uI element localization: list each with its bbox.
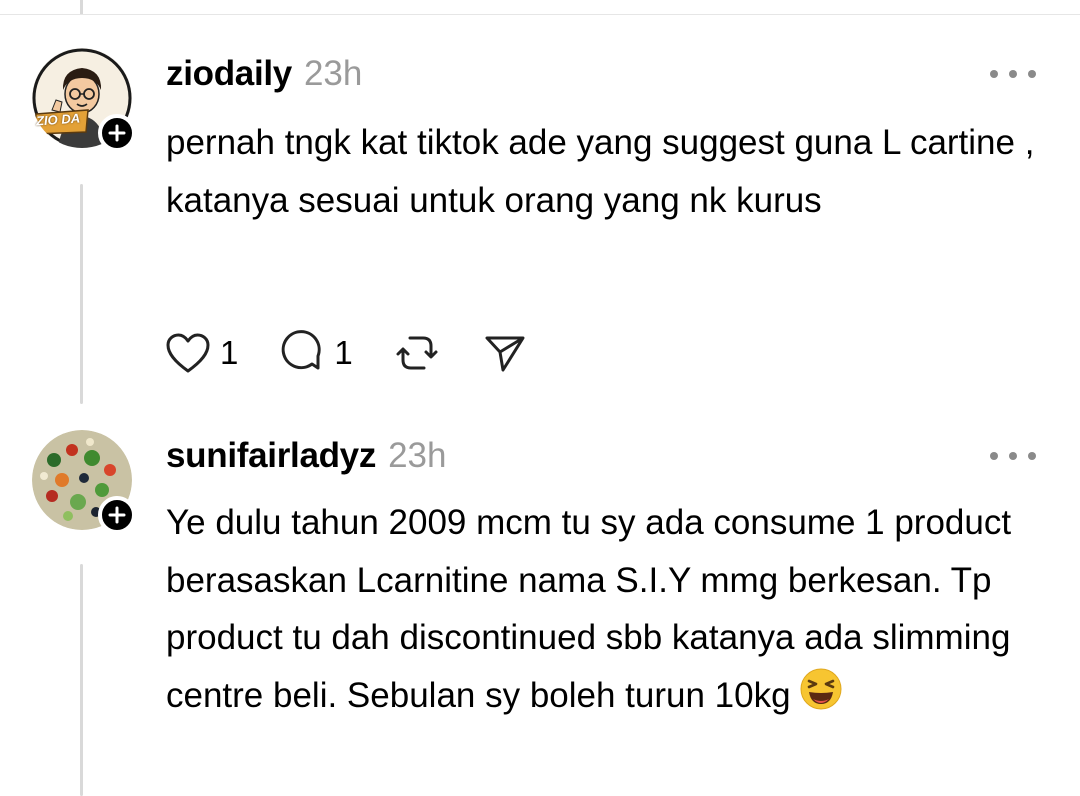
username[interactable]: sunifairladyz <box>166 436 376 476</box>
username[interactable]: ziodaily <box>166 54 292 94</box>
timestamp: 23h <box>388 436 447 475</box>
post-header: sunifairladyz 23h <box>166 436 446 476</box>
plus-icon <box>108 124 126 142</box>
follow-button[interactable] <box>98 496 136 534</box>
timestamp: 23h <box>303 54 363 93</box>
post-header: ziodaily 23h <box>166 54 362 94</box>
thread-line-stub <box>80 0 83 14</box>
like-button[interactable]: 1 <box>164 331 238 375</box>
action-bar: 1 1 <box>164 330 569 376</box>
share-button[interactable] <box>481 330 529 376</box>
more-options-icon[interactable] <box>990 64 1036 84</box>
thread-line <box>80 564 83 796</box>
comment-icon <box>282 330 322 370</box>
post-text-content: Ye dulu tahun 2009 mcm tu sy ada consume… <box>166 503 1012 715</box>
reply-count: 1 <box>334 334 353 371</box>
reply-button[interactable]: 1 <box>278 330 353 376</box>
thread-line <box>80 184 83 404</box>
laughing-face-emoji <box>799 667 843 729</box>
top-divider <box>0 0 1080 15</box>
post-text: Ye dulu tahun 2009 mcm tu sy ada consume… <box>166 494 1046 728</box>
avatar-logo-text: ZIO DA <box>35 110 81 129</box>
send-icon <box>485 336 525 372</box>
heart-icon <box>166 333 210 373</box>
more-options-icon[interactable] <box>990 446 1036 466</box>
plus-icon <box>108 506 126 524</box>
avatar-ziodaily[interactable]: ZIO DA <box>32 48 136 152</box>
avatar-sunifairladyz[interactable] <box>32 430 136 534</box>
follow-button[interactable] <box>98 114 136 152</box>
post-text: pernah tngk kat tiktok ade yang suggest … <box>166 123 1035 220</box>
repost-button[interactable] <box>393 330 441 376</box>
like-count: 1 <box>220 334 239 371</box>
repost-icon <box>396 336 438 370</box>
